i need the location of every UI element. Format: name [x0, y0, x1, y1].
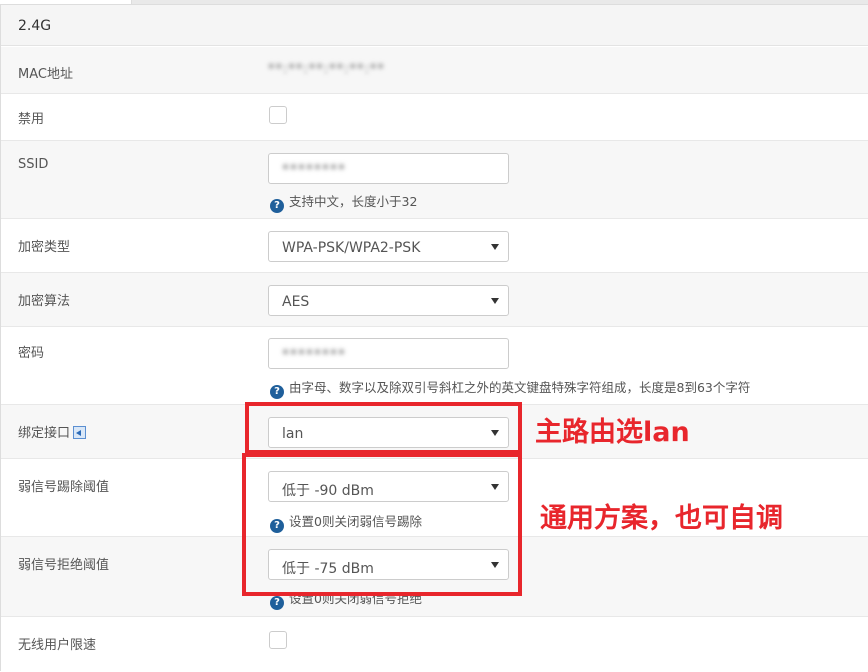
panel-header: 2.4G — [1, 5, 868, 46]
link-arrow-icon[interactable] — [73, 426, 87, 439]
ssid-help: ? 支持中文，长度小于32 — [270, 191, 417, 213]
caret-down-icon — [491, 298, 499, 304]
encryption-select[interactable]: WPA-PSK/WPA2-PSK — [268, 231, 509, 262]
encryption-row: 加密类型 WPA-PSK/WPA2-PSK — [1, 219, 868, 273]
kick-threshold-label: 弱信号踢除阈值 — [18, 480, 110, 495]
interface-annotation: 主路由选lan — [535, 417, 690, 448]
password-input[interactable]: ******** — [268, 338, 509, 369]
mac-row: MAC地址 **:**:**:**:**:** — [1, 47, 868, 94]
password-value: ******** — [282, 347, 346, 363]
panel-title: 2.4G — [18, 18, 52, 34]
password-help-text: 由字母、数字以及除双引号斜杠之外的英文键盘特殊字符组成，长度是8到63个字符 — [289, 380, 751, 395]
disable-checkbox[interactable] — [269, 106, 287, 124]
password-help: ? 由字母、数字以及除双引号斜杠之外的英文键盘特殊字符组成，长度是8到63个字符 — [270, 377, 750, 399]
ssid-row: SSID ******** ? 支持中文，长度小于32 — [1, 141, 868, 219]
interface-highlight-box — [245, 402, 522, 454]
threshold-highlight-box — [242, 453, 522, 596]
cipher-select[interactable]: AES — [268, 285, 509, 316]
encryption-value: WPA-PSK/WPA2-PSK — [282, 240, 421, 256]
threshold-annotation: 通用方案，也可自调 — [540, 503, 783, 534]
ssid-help-text: 支持中文，长度小于32 — [289, 194, 418, 209]
password-label: 密码 — [18, 346, 45, 361]
cipher-value: AES — [282, 294, 310, 310]
disable-label: 禁用 — [18, 112, 45, 127]
question-circle-icon: ? — [270, 199, 284, 213]
rate-limit-checkbox[interactable] — [269, 631, 287, 649]
cipher-row: 加密算法 AES — [1, 273, 868, 327]
interface-label: 绑定接口 — [18, 426, 71, 441]
rate-limit-label: 无线用户限速 — [18, 638, 97, 653]
ssid-value: ******** — [282, 162, 346, 178]
rate-limit-row: 无线用户限速 — [1, 617, 868, 672]
mac-label: MAC地址 — [18, 67, 73, 82]
cipher-label: 加密算法 — [18, 294, 71, 309]
ssid-input[interactable]: ******** — [268, 153, 509, 184]
caret-down-icon — [491, 244, 499, 250]
question-circle-icon: ? — [270, 596, 284, 610]
password-row: 密码 ******** ? 由字母、数字以及除双引号斜杠之外的英文键盘特殊字符组成… — [1, 327, 868, 405]
mac-value: **:**:**:**:**:** — [268, 62, 385, 77]
interface-label-wrap: 绑定接口 — [18, 422, 87, 441]
encryption-label: 加密类型 — [18, 240, 71, 255]
question-circle-icon: ? — [270, 385, 284, 399]
reject-threshold-label: 弱信号拒绝阈值 — [18, 558, 110, 573]
disable-row: 禁用 — [1, 94, 868, 141]
ssid-label: SSID — [18, 157, 49, 172]
